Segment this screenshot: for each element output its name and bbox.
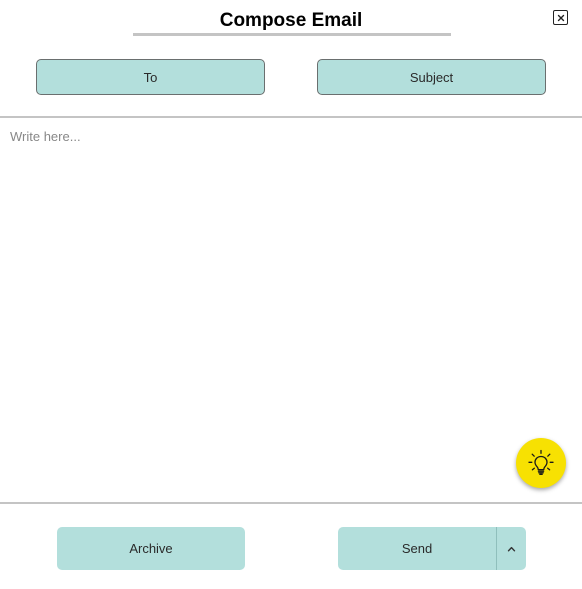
to-button-label: To: [143, 69, 158, 85]
send-split-button: Send: [338, 527, 526, 570]
title-underline: [133, 33, 451, 36]
send-button-label: Send: [401, 541, 433, 556]
lightbulb-icon: [526, 448, 556, 478]
close-button[interactable]: [553, 10, 568, 25]
subject-button[interactable]: Subject: [317, 59, 546, 95]
idea-button[interactable]: [516, 438, 566, 488]
subject-button-label: Subject: [409, 69, 454, 85]
archive-button-label: Archive: [129, 541, 173, 556]
to-button[interactable]: To: [36, 59, 265, 95]
close-icon: [557, 14, 565, 22]
footer-divider: [0, 502, 582, 504]
dialog-title: Compose Email: [219, 10, 363, 31]
message-body-input[interactable]: [0, 118, 582, 502]
send-options-button[interactable]: [497, 527, 526, 570]
chevron-up-icon: [507, 546, 516, 552]
send-button[interactable]: Send: [338, 527, 496, 570]
compose-email-dialog: Compose Email To Subject Write here... A…: [0, 0, 582, 589]
archive-button[interactable]: Archive: [57, 527, 245, 570]
